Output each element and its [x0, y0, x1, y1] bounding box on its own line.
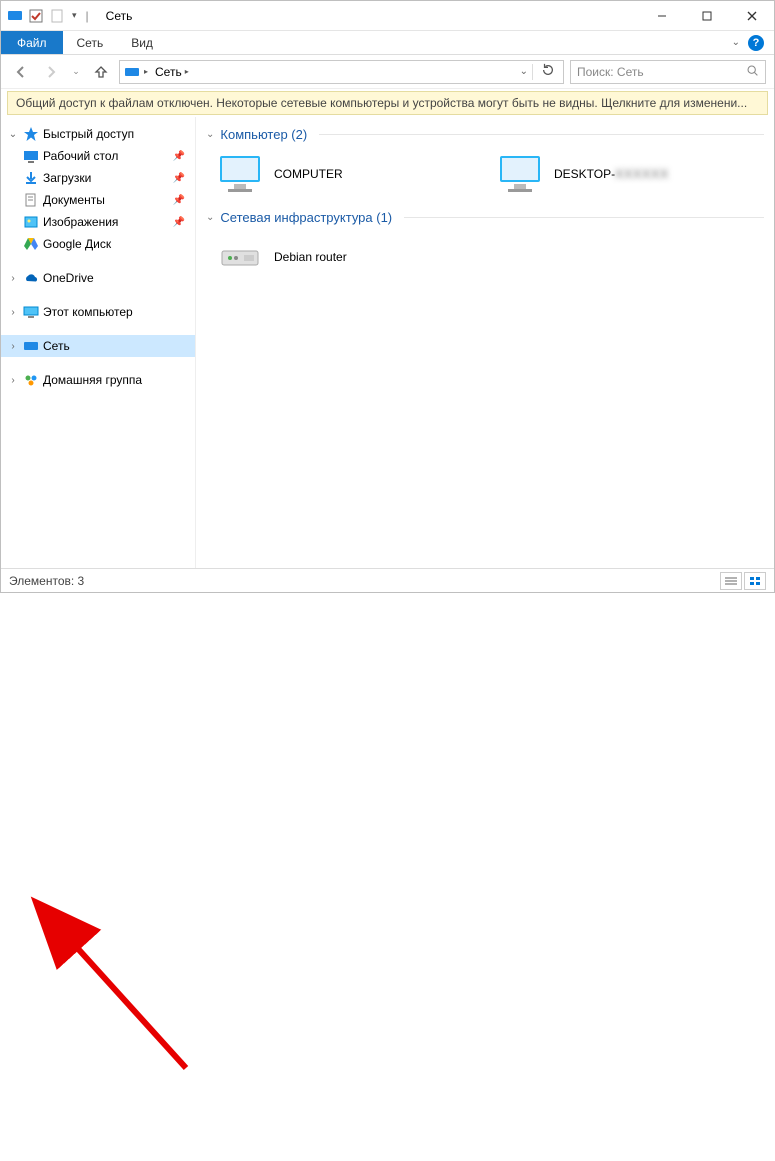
info-bar[interactable]: Общий доступ к файлам отключен. Некоторы…: [7, 91, 768, 115]
computer-icon: [216, 154, 264, 194]
expand-chevron-icon[interactable]: ›: [7, 341, 19, 352]
computer-item[interactable]: DESKTOP-XXXXXX: [492, 150, 742, 198]
ribbon-tab-network[interactable]: Сеть: [63, 31, 118, 54]
view-details-button[interactable]: [720, 572, 742, 590]
file-tab[interactable]: Файл: [1, 31, 63, 54]
forward-button[interactable]: [39, 60, 63, 84]
app-icon: [7, 8, 23, 24]
sidebar-item-documents[interactable]: Документы 📌: [1, 189, 195, 211]
breadcrumb-chevron-icon[interactable]: ▸: [144, 67, 148, 76]
pin-icon: 📌: [173, 217, 195, 228]
ribbon: Файл Сеть Вид ⌄ ?: [1, 31, 774, 55]
sidebar-item-label: Сеть: [43, 339, 195, 353]
sidebar-item-pictures[interactable]: Изображения 📌: [1, 211, 195, 233]
search-input[interactable]: Поиск: Сеть: [570, 60, 766, 84]
sidebar-network[interactable]: › Сеть: [1, 335, 195, 357]
group-computers[interactable]: ⌄ Компьютер (2): [206, 127, 764, 142]
annotation-arrow: [1, 568, 775, 1161]
desktop-icon: [23, 148, 39, 164]
group-divider: [404, 217, 764, 218]
router-item[interactable]: Debian router: [212, 233, 462, 281]
expand-chevron-icon[interactable]: ›: [7, 273, 19, 284]
group-label: Сетевая инфраструктура (1): [220, 210, 392, 225]
sidebar-item-label: Быстрый доступ: [43, 127, 195, 141]
history-chevron-icon[interactable]: ⌄: [69, 60, 83, 84]
expand-chevron-icon[interactable]: ›: [7, 307, 19, 318]
documents-icon: [23, 192, 39, 208]
item-label: DESKTOP-XXXXXX: [554, 167, 669, 181]
sidebar-onedrive[interactable]: › OneDrive: [1, 267, 195, 289]
address-dropdown-chevron-icon[interactable]: ⌄: [520, 66, 528, 77]
window-title: Сеть: [106, 9, 133, 23]
help-button[interactable]: ?: [748, 35, 764, 51]
sidebar-item-label: Документы: [43, 193, 169, 207]
collapse-chevron-icon[interactable]: ⌄: [206, 129, 214, 140]
content-pane: ⌄ Компьютер (2) COMPUTER DESKTOP-XXXXXX …: [196, 117, 774, 568]
sidebar-item-gdrive[interactable]: Google Диск: [1, 233, 195, 255]
titlebar: ▾ | Сеть: [1, 1, 774, 31]
pin-icon: 📌: [173, 151, 195, 162]
ribbon-tab-view[interactable]: Вид: [117, 31, 167, 54]
sidebar-item-downloads[interactable]: Загрузки 📌: [1, 167, 195, 189]
sidebar-item-label: OneDrive: [43, 271, 195, 285]
address-bar[interactable]: ▸ Сеть ▸ ⌄: [119, 60, 564, 84]
titlebar-separator: |: [86, 9, 89, 23]
expand-chevron-icon[interactable]: ⌄: [7, 129, 19, 140]
pin-icon: 📌: [173, 195, 195, 206]
item-label: COMPUTER: [274, 167, 343, 181]
sidebar-item-label: Этот компьютер: [43, 305, 195, 319]
view-large-icons-button[interactable]: [744, 572, 766, 590]
breadcrumb-label: Сеть: [155, 65, 182, 79]
status-bar: Элементов: 3: [1, 568, 774, 592]
group-infrastructure[interactable]: ⌄ Сетевая инфраструктура (1): [206, 210, 764, 225]
qat-properties-icon[interactable]: [28, 8, 44, 24]
sidebar-item-label: Загрузки: [43, 171, 169, 185]
sidebar-item-desktop[interactable]: Рабочий стол 📌: [1, 145, 195, 167]
computer-item[interactable]: COMPUTER: [212, 150, 462, 198]
maximize-button[interactable]: [684, 1, 729, 30]
onedrive-icon: [23, 270, 39, 286]
google-drive-icon: [23, 236, 39, 252]
qat-newfolder-icon[interactable]: [49, 8, 65, 24]
qat-customize-chevron-icon[interactable]: ▾: [70, 10, 79, 21]
this-pc-icon: [23, 304, 39, 320]
sidebar-item-label: Изображения: [43, 215, 169, 229]
up-button[interactable]: [89, 60, 113, 84]
ribbon-expand-chevron-icon[interactable]: ⌄: [732, 37, 740, 48]
group-divider: [319, 134, 764, 135]
minimize-button[interactable]: [639, 1, 684, 30]
sidebar-quick-access[interactable]: ⌄ Быстрый доступ: [1, 123, 195, 145]
sidebar-homegroup[interactable]: › Домашняя группа: [1, 369, 195, 391]
expand-chevron-icon[interactable]: ›: [7, 375, 19, 386]
router-icon: [216, 237, 264, 277]
sidebar-this-pc[interactable]: › Этот компьютер: [1, 301, 195, 323]
quick-access-icon: [23, 126, 39, 142]
search-placeholder: Поиск: Сеть: [577, 65, 644, 79]
close-button[interactable]: [729, 1, 774, 30]
network-icon: [23, 338, 39, 354]
homegroup-icon: [23, 372, 39, 388]
location-icon: [124, 64, 140, 80]
sidebar-item-label: Google Диск: [43, 237, 195, 251]
pin-icon: 📌: [173, 173, 195, 184]
sidebar-item-label: Домашняя группа: [43, 373, 195, 387]
computer-icon: [496, 154, 544, 194]
navigation-pane: ⌄ Быстрый доступ Рабочий стол 📌 Загрузки…: [1, 117, 196, 568]
status-text: Элементов: 3: [9, 574, 84, 588]
downloads-icon: [23, 170, 39, 186]
separator: [532, 64, 533, 80]
group-label: Компьютер (2): [220, 127, 307, 142]
sidebar-item-label: Рабочий стол: [43, 149, 169, 163]
breadcrumb-chevron-icon[interactable]: ▸: [185, 67, 189, 76]
refresh-button[interactable]: [537, 63, 559, 80]
navigation-bar: ⌄ ▸ Сеть ▸ ⌄ Поиск: Сеть: [1, 55, 774, 89]
collapse-chevron-icon[interactable]: ⌄: [206, 212, 214, 223]
search-icon: [746, 64, 759, 80]
pictures-icon: [23, 214, 39, 230]
item-label: Debian router: [274, 250, 347, 264]
back-button[interactable]: [9, 60, 33, 84]
breadcrumb-network[interactable]: Сеть ▸: [152, 65, 192, 79]
